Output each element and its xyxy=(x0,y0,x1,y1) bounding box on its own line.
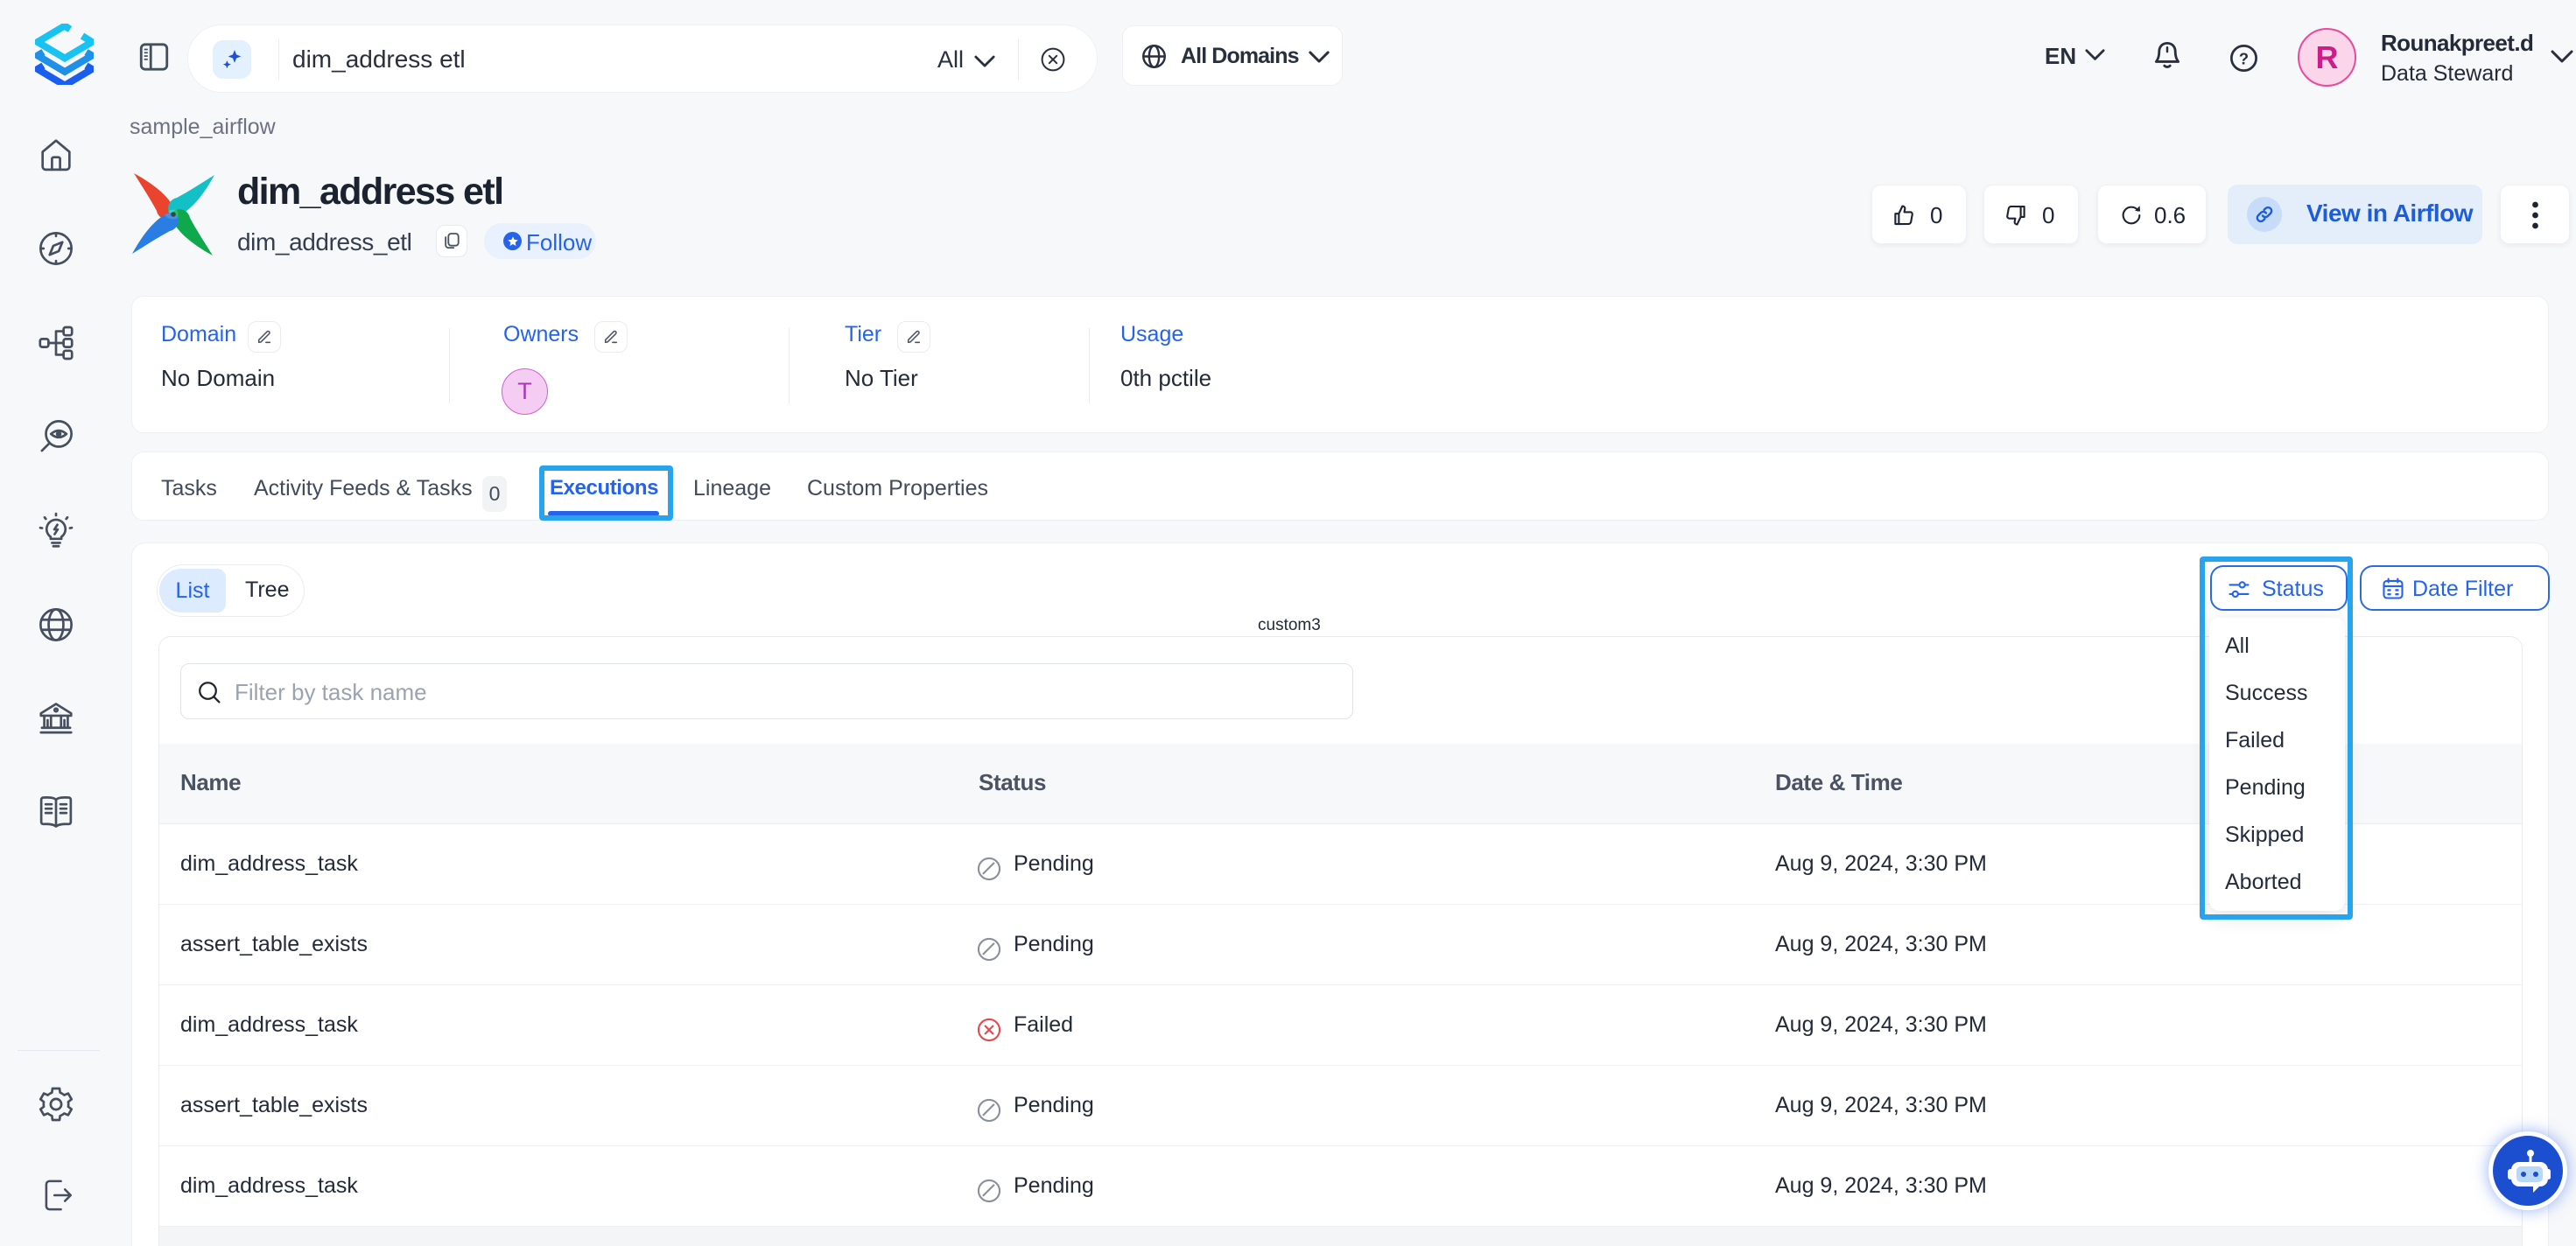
svg-text:?: ? xyxy=(2239,49,2249,67)
